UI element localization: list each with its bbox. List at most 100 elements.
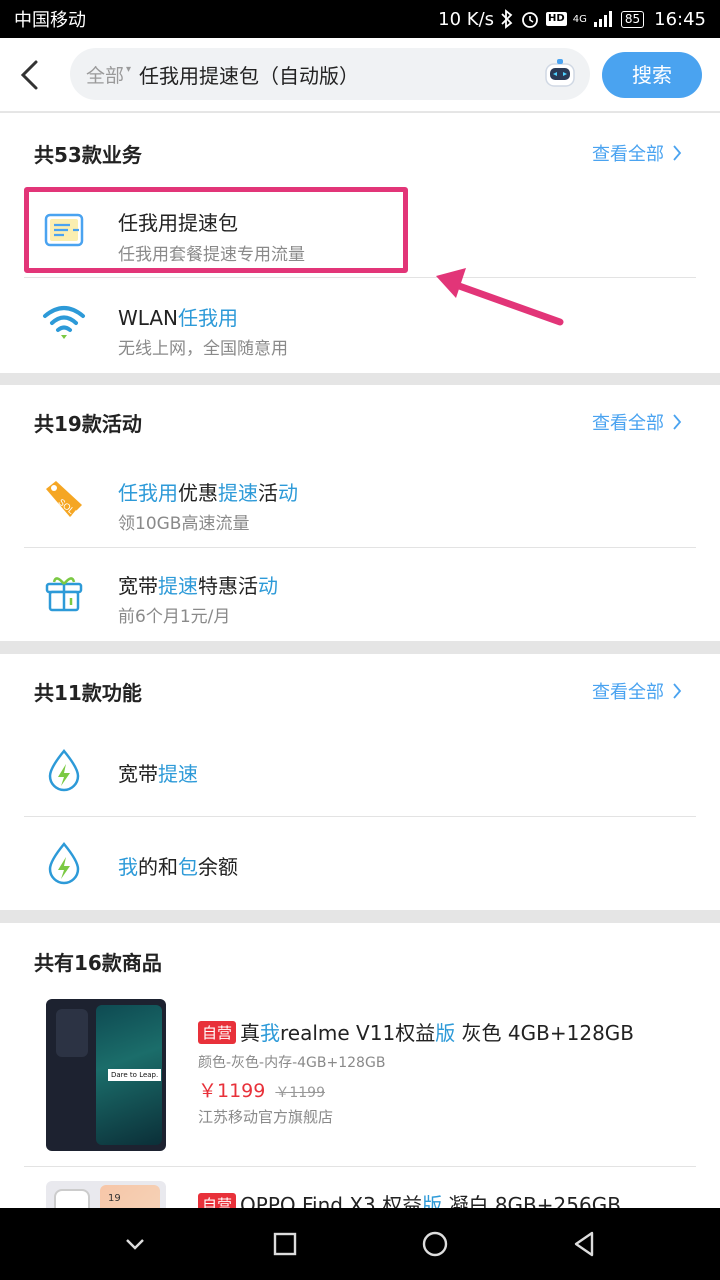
functions-heading: 共11款功能 xyxy=(34,681,142,705)
activities-view-all[interactable]: 查看全部 xyxy=(592,409,682,435)
home-circle-icon[interactable] xyxy=(420,1229,450,1259)
carrier: 中国移动 xyxy=(14,10,86,31)
function-title: 宽带提速 xyxy=(118,758,198,787)
functions-section: 共11款功能 查看全部 宽带提速 我的和包余额 xyxy=(0,654,720,910)
activity-subtitle: 前6个月1元/月 xyxy=(118,607,231,627)
search-button[interactable]: 搜索 xyxy=(602,52,702,98)
title-highlight: 动 xyxy=(278,481,298,505)
chevron-right-icon xyxy=(673,145,682,161)
title-highlight: 任我用 xyxy=(118,481,178,505)
services-view-all[interactable]: 查看全部 xyxy=(592,140,682,166)
annotation-highlight-box xyxy=(24,187,408,273)
robot-assistant-icon[interactable] xyxy=(542,56,578,92)
gift-box-icon xyxy=(45,577,83,612)
search-query: 任我用提速包（自动版） xyxy=(139,63,360,88)
product-title: 自营 OPPO Find X3 权益版 凝白 8GB+256GB xyxy=(198,1189,621,1208)
search-input[interactable]: 全部 ▾ 任我用提速包（自动版） xyxy=(70,48,590,100)
system-nav-bar xyxy=(0,1208,720,1280)
screen-caption: Dare to Leap. xyxy=(108,1069,162,1081)
product-item-oppo[interactable]: 19 自营 OPPO Find X3 权益版 凝白 8GB+256GB xyxy=(0,1167,720,1208)
title-part: 凝白 8GB+256GB xyxy=(442,1193,621,1208)
services-heading: 共53款业务 xyxy=(34,143,142,167)
title-part: 灰色 4GB+128GB xyxy=(455,1021,635,1045)
products-section: 共有16款商品 Dare to Leap. 自营 真我realme V11权益版 … xyxy=(0,923,720,1208)
title-highlight: 我 xyxy=(118,855,138,879)
service-subtitle: 无线上网，全国随意用 xyxy=(118,339,288,359)
wifi-icon xyxy=(43,306,85,339)
activity-title: 宽带提速特惠活动 xyxy=(118,570,278,599)
activities-section: 共19款活动 查看全部 SOLD 任我用优惠提速活动 领10GB高速流量 宽带提… xyxy=(0,385,720,641)
signal-icon xyxy=(593,11,612,27)
title-part: 宽带 xyxy=(118,574,158,598)
title-highlight: 包 xyxy=(178,855,198,879)
functions-view-all[interactable]: 查看全部 xyxy=(592,678,682,704)
title-highlight: 提速 xyxy=(158,762,198,786)
product-shop: 江苏移动官方旗舰店 xyxy=(198,1108,334,1126)
network-type: 4G xyxy=(572,13,587,25)
original-price: ￥1199 xyxy=(275,1085,325,1101)
view-all-label: 查看全部 xyxy=(592,413,664,434)
title-part: realme V11权益 xyxy=(280,1021,436,1045)
product-image: 19 xyxy=(46,1181,166,1208)
product-item-realme[interactable]: Dare to Leap. 自营 真我realme V11权益版 灰色 4GB+1… xyxy=(0,993,720,1165)
clock: 16:45 xyxy=(654,8,706,30)
current-price: ￥1199 xyxy=(198,1080,266,1102)
activity-title: 任我用优惠提速活动 xyxy=(118,477,298,506)
title-part: 余额 xyxy=(198,855,238,879)
camera-module xyxy=(56,1009,88,1057)
product-spec: 颜色-灰色-内存-4GB+128GB xyxy=(198,1055,386,1071)
title-part: 活 xyxy=(258,481,278,505)
network-speed: 10 K/s xyxy=(438,8,495,30)
chevron-down-icon[interactable] xyxy=(120,1229,150,1259)
function-item-wallet-balance[interactable]: 我的和包余额 xyxy=(24,817,696,909)
title-highlight: 提速 xyxy=(158,574,198,598)
camera-module xyxy=(54,1189,90,1208)
title-part: OPPO Find X3 权益 xyxy=(240,1193,423,1208)
chevron-right-icon xyxy=(673,414,682,430)
title-part: 的和 xyxy=(138,855,178,879)
self-operated-badge: 自营 xyxy=(198,1193,237,1208)
title-part: 宽带 xyxy=(118,762,158,786)
bluetooth-icon xyxy=(501,9,513,29)
back-arrow-icon[interactable] xyxy=(16,58,44,92)
sold-tag-icon: SOLD xyxy=(46,481,82,520)
activity-subtitle: 领10GB高速流量 xyxy=(118,514,250,534)
scope-caret-icon: ▾ xyxy=(126,63,132,75)
title-highlight: 我 xyxy=(260,1021,281,1045)
title-highlight: 版 xyxy=(422,1193,443,1208)
activity-item-broadband[interactable]: 宽带提速特惠活动 前6个月1元/月 xyxy=(24,548,696,640)
title-part: 特惠活 xyxy=(198,574,258,598)
view-all-label: 查看全部 xyxy=(592,682,664,703)
function-title: 我的和包余额 xyxy=(118,851,238,880)
product-price: ￥1199 ￥1199 xyxy=(198,1076,325,1103)
title-part: 优惠 xyxy=(178,481,218,505)
screen-caption: 19 xyxy=(108,1193,121,1204)
products-heading: 共有16款商品 xyxy=(34,951,162,975)
title-part: WLAN xyxy=(118,306,179,330)
hd-icon: HD xyxy=(546,12,567,26)
search-header: 全部 ▾ 任我用提速包（自动版） 搜索 xyxy=(0,38,720,112)
battery-icon: 85 xyxy=(620,10,645,28)
product-title: 自营 真我realme V11权益版 灰色 4GB+128GB xyxy=(198,1017,634,1046)
title-highlight: 版 xyxy=(435,1021,456,1045)
activity-item-discount[interactable]: SOLD 任我用优惠提速活动 领10GB高速流量 xyxy=(24,455,696,547)
service-title: WLAN任我用 xyxy=(118,302,238,331)
chevron-right-icon xyxy=(673,683,682,699)
status-bar: 中国移动 10 K/s HD 4G 85 16:45 xyxy=(0,0,720,38)
title-highlight: 任我用 xyxy=(178,306,239,330)
search-scope[interactable]: 全部 xyxy=(86,61,124,88)
recent-apps-square-icon[interactable] xyxy=(270,1229,300,1259)
water-drop-bolt-icon xyxy=(48,842,80,885)
title-highlight: 提速 xyxy=(218,481,258,505)
alarm-icon xyxy=(522,12,538,28)
activities-heading: 共19款活动 xyxy=(34,412,142,436)
function-item-broadband-speed[interactable]: 宽带提速 xyxy=(24,724,696,816)
back-triangle-icon[interactable] xyxy=(570,1229,600,1259)
title-highlight: 动 xyxy=(258,574,278,598)
water-drop-bolt-icon xyxy=(48,749,80,792)
product-image: Dare to Leap. xyxy=(46,999,166,1151)
view-all-label: 查看全部 xyxy=(592,144,664,165)
service-item-wlan[interactable]: WLAN任我用 无线上网，全国随意用 xyxy=(24,278,696,370)
annotation-arrow-icon xyxy=(436,268,564,326)
self-operated-badge: 自营 xyxy=(198,1021,237,1044)
